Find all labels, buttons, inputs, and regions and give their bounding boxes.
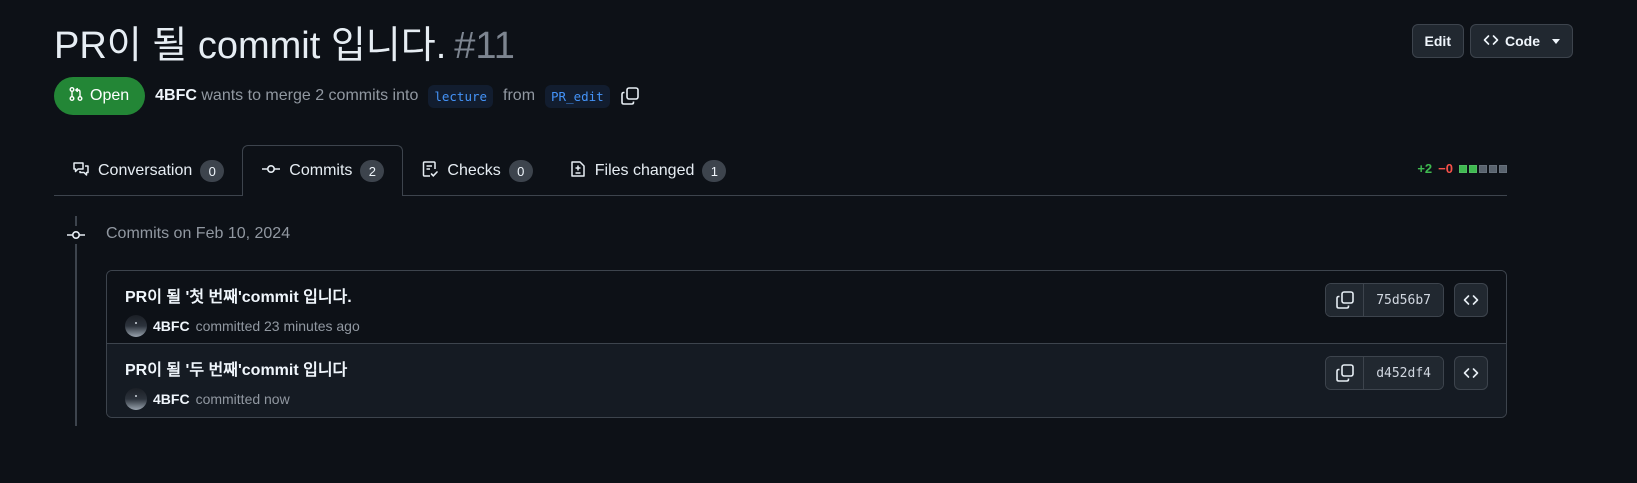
tab-conversation[interactable]: Conversation 0	[54, 146, 242, 196]
tab-files-changed[interactable]: Files changed 1	[551, 146, 745, 196]
git-pull-request-icon	[68, 86, 84, 107]
tab-counter: 0	[508, 160, 533, 182]
commit-row: PR이 될 '첫 번째'commit 입니다. 4BFC committed 2…	[107, 271, 1506, 344]
code-icon	[1463, 295, 1479, 305]
diffstat-block	[1499, 164, 1507, 173]
copy-sha-button[interactable]	[1326, 357, 1365, 389]
diffstat-additions: +2	[1417, 161, 1433, 176]
tab-label: Checks	[447, 162, 501, 179]
pr-number: #11	[454, 25, 515, 67]
commit-actions: 75d56b7	[1325, 283, 1488, 317]
code-button-label: Code	[1505, 33, 1540, 49]
tab-commits[interactable]: Commits 2	[242, 145, 404, 196]
merge-text: wants to merge 2 commits into	[201, 87, 419, 104]
commit-meta: 4BFC committed now	[125, 388, 1488, 410]
commit-author-link[interactable]: 4BFC	[153, 318, 190, 334]
commit-row: PR이 될 '두 번째'commit 입니다 4BFC committed no…	[107, 344, 1506, 417]
git-commit-icon	[261, 161, 281, 182]
commit-list: PR이 될 '첫 번째'commit 입니다. 4BFC committed 2…	[106, 270, 1507, 418]
caret-down-icon	[1552, 38, 1560, 44]
copy-icon	[1335, 291, 1354, 309]
pr-title: PR이 될 commit 입니다. #11	[54, 20, 1573, 72]
comment-discussion-icon	[72, 160, 90, 183]
tab-counter: 2	[360, 160, 385, 182]
pull-request-page: PR이 될 commit 입니다. #11 Edit Code Open 4BFC…	[0, 0, 1637, 483]
commit-message-link[interactable]: PR이 될 '두 번째'commit 입니다	[125, 356, 1488, 380]
diffstat: +2 −0	[1417, 161, 1507, 176]
pr-title-text: PR이 될 commit 입니다.	[54, 25, 447, 67]
state-badge: Open	[54, 77, 146, 115]
diffstat-block	[1479, 164, 1487, 173]
git-commit-icon	[64, 226, 88, 244]
merge-summary: 4BFC wants to merge 2 commits into	[155, 87, 418, 105]
pr-tabs: Conversation 0 Commits 2 Checks 0 Files …	[54, 145, 1507, 196]
state-label: Open	[90, 87, 130, 104]
diffstat-block	[1469, 164, 1477, 173]
sha-group: d452df4	[1325, 356, 1444, 390]
pr-author-link[interactable]: 4BFC	[155, 87, 197, 104]
commit-author-link[interactable]: 4BFC	[153, 391, 190, 407]
browse-repository-button[interactable]	[1454, 283, 1488, 317]
copy-icon[interactable]	[620, 86, 640, 106]
base-branch[interactable]: lecture	[428, 84, 494, 108]
tab-counter: 1	[702, 160, 727, 182]
commit-sha-link[interactable]: d452df4	[1364, 357, 1443, 389]
copy-icon	[1335, 364, 1354, 382]
commit-action: committed 23 minutes ago	[195, 318, 360, 334]
commit-message-link[interactable]: PR이 될 '첫 번째'commit 입니다.	[125, 283, 1488, 307]
timeline-line	[75, 216, 77, 426]
diffstat-block	[1459, 164, 1467, 173]
from-text: from	[503, 87, 536, 104]
code-button[interactable]: Code	[1470, 24, 1573, 58]
diffstat-block	[1489, 164, 1497, 173]
tab-label: Commits	[289, 162, 353, 179]
sha-group: 75d56b7	[1325, 283, 1444, 317]
diffstat-deletions: −0	[1438, 161, 1453, 176]
commit-sha-link[interactable]: 75d56b7	[1364, 284, 1443, 316]
code-icon	[1463, 368, 1479, 378]
checklist-icon	[421, 160, 439, 183]
pr-meta: Open 4BFC wants to merge 2 commits into …	[54, 76, 640, 116]
avatar[interactable]	[125, 388, 147, 410]
avatar[interactable]	[125, 315, 147, 337]
commit-meta: 4BFC committed 23 minutes ago	[125, 315, 1488, 337]
browse-repository-button[interactable]	[1454, 356, 1488, 390]
edit-button-label: Edit	[1424, 33, 1451, 49]
header-actions: Edit Code	[1411, 24, 1573, 58]
tab-counter: 0	[200, 160, 225, 182]
tab-label: Files changed	[594, 162, 695, 179]
file-diff-icon	[569, 160, 587, 183]
diffstat-blocks	[1459, 164, 1507, 173]
commit-action: committed now	[195, 391, 290, 407]
timeline-heading: Commits on Feb 10, 2024	[106, 225, 291, 242]
tab-label: Conversation	[98, 162, 193, 179]
commit-actions: d452df4	[1325, 356, 1488, 390]
copy-sha-button[interactable]	[1326, 284, 1365, 316]
code-icon	[1483, 32, 1499, 51]
edit-button[interactable]: Edit	[1411, 24, 1464, 58]
pr-header: PR이 될 commit 입니다. #11 Edit Code	[54, 20, 1573, 72]
head-branch[interactable]: PR_edit	[545, 84, 610, 108]
tab-checks[interactable]: Checks 0	[403, 146, 550, 196]
